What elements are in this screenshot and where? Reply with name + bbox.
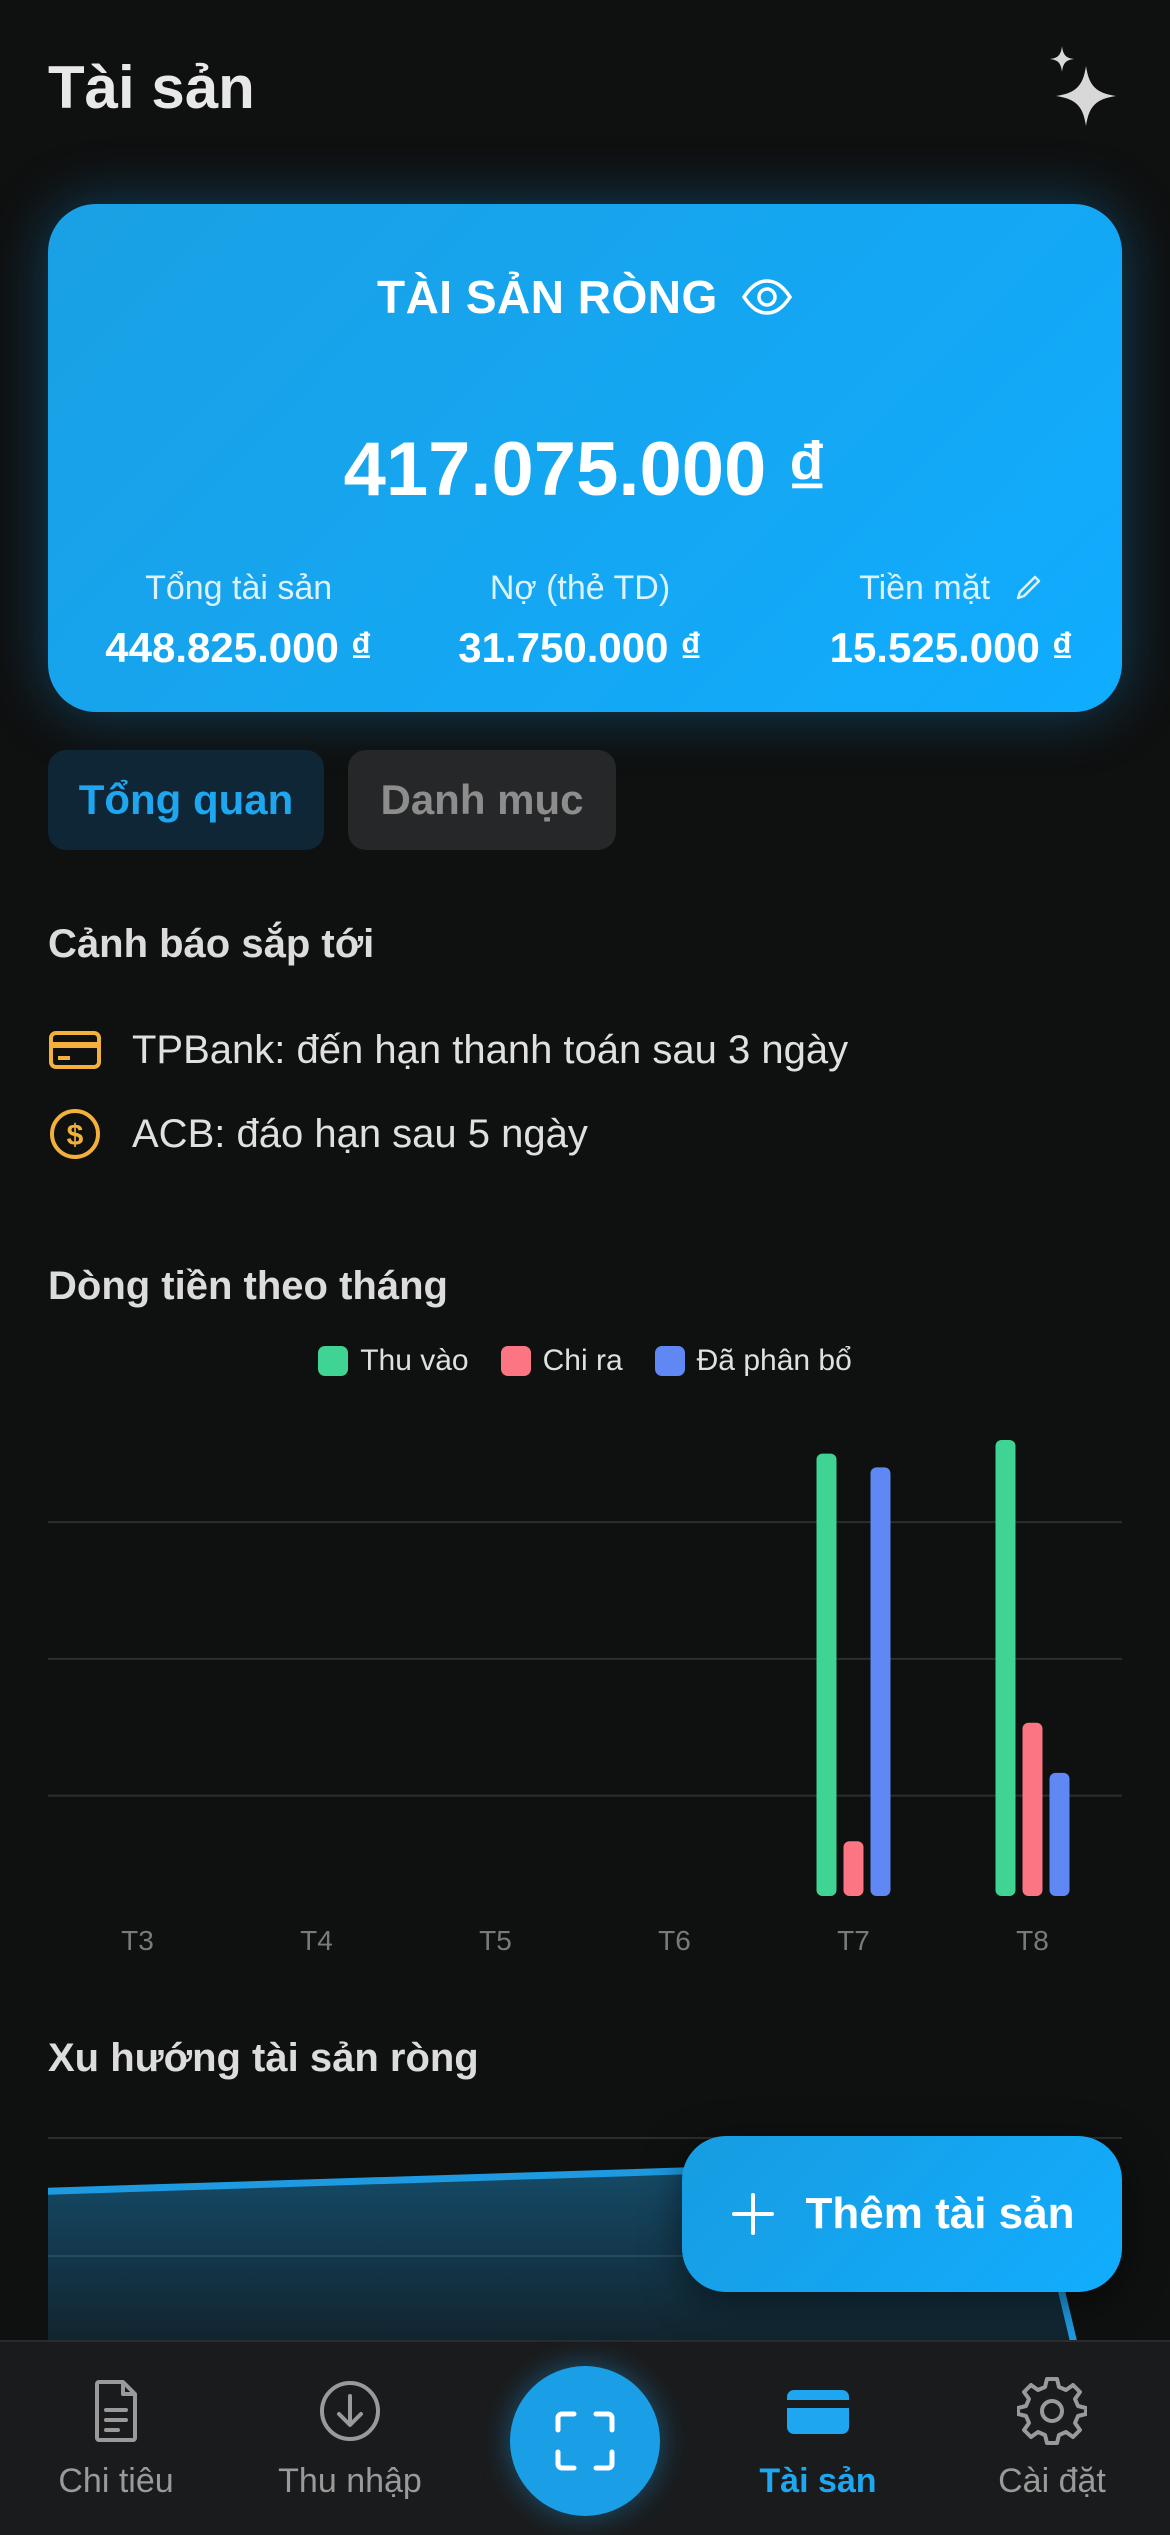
dollar-coin-icon: $: [50, 1109, 100, 1159]
pencil-icon[interactable]: [1014, 572, 1044, 602]
eye-icon[interactable]: [741, 277, 793, 317]
total-assets-label: Tổng tài sản: [145, 569, 333, 607]
cash-value: 15.525.000 ₫: [829, 624, 1074, 671]
tab-categories[interactable]: Danh mục: [348, 750, 616, 850]
debt-label: Nợ (thẻ TD): [489, 569, 671, 607]
assets-screen: Tài sản TÀI SẢN RÒNG 417.075.000 ₫ Tổng …: [0, 0, 1170, 2535]
cash-stat[interactable]: Tiền mặt 15.525.000 ₫: [751, 566, 1122, 672]
total-assets-stat: Tổng tài sản 448.825.000 ₫: [48, 566, 409, 672]
cashflow-title: Dòng tiền theo tháng: [48, 1264, 448, 1308]
sparkle-icon[interactable]: [1042, 44, 1122, 130]
legend-swatch: [500, 1346, 531, 1376]
bar[interactable]: [995, 1440, 1016, 1896]
legend-label: Đã phân bổ: [696, 1344, 852, 1377]
nav-item-expenses[interactable]: Chi tiêu: [16, 2376, 216, 2501]
legend-label: Chi ra: [542, 1344, 623, 1377]
document-icon: [95, 2380, 137, 2442]
nav-label: Chi tiêu: [58, 2462, 174, 2500]
alert-item[interactable]: TPBank: đến hạn thanh toán sau 3 ngày: [48, 1020, 848, 1080]
nav-label: Tài sản: [759, 2462, 877, 2500]
alert-text: TPBank: đến hạn thanh toán sau 3 ngày: [132, 1027, 849, 1072]
header: Tài sản: [48, 46, 1122, 128]
alert-item[interactable]: $ ACB: đáo hạn sau 5 ngày: [48, 1104, 588, 1164]
x-tick-label: T8: [1016, 1925, 1049, 1956]
x-tick-label: T3: [121, 1925, 154, 1956]
bar[interactable]: [870, 1467, 891, 1896]
x-tick-label: T6: [658, 1925, 691, 1956]
cash-label: Tiền mặt: [859, 569, 991, 607]
trend-title: Xu hướng tài sản ròng: [48, 2036, 479, 2080]
bar[interactable]: [843, 1841, 864, 1896]
scan-icon: [555, 2411, 615, 2471]
alerts-title: Cảnh báo sắp tới: [48, 922, 375, 966]
legend-item: Thu vào: [318, 1344, 469, 1378]
x-tick-label: T7: [837, 1925, 870, 1956]
net-worth-card: TÀI SẢN RÒNG 417.075.000 ₫ Tổng tài sản …: [48, 204, 1122, 712]
net-worth-value: 417.075.000 ₫: [343, 427, 827, 512]
legend-item: Đã phân bổ: [654, 1344, 852, 1378]
cashflow-bar-chart: T3 T4 T5 T6 T7 T8: [48, 1440, 1122, 1956]
page-title: Tài sản: [48, 54, 255, 121]
total-assets-value: 448.825.000 ₫: [105, 624, 373, 671]
view-tabs: Tổng quan Danh mục: [48, 750, 616, 850]
legend-label: Thu vào: [360, 1344, 469, 1377]
bar[interactable]: [1049, 1772, 1070, 1896]
debt-stat: Nợ (thẻ TD) 31.750.000 ₫: [409, 566, 750, 672]
add-asset-label: Thêm tài sản: [805, 2189, 1075, 2238]
wallet-card-icon: [787, 2390, 849, 2434]
bar[interactable]: [816, 1453, 837, 1896]
credit-card-icon: [49, 1031, 101, 1069]
summary-columns: Tổng tài sản 448.825.000 ₫ Nợ (thẻ TD) 3…: [48, 566, 1122, 672]
debt-value: 31.750.000 ₫: [458, 624, 702, 671]
legend-swatch: [318, 1346, 349, 1376]
download-circle-icon: [320, 2381, 380, 2441]
legend-item: Chi ra: [500, 1344, 623, 1378]
legend-swatch: [654, 1346, 685, 1376]
nav-item-assets[interactable]: Tài sản: [718, 2376, 918, 2501]
nav-label: Thu nhập: [278, 2462, 422, 2500]
nav-label: Cài đặt: [998, 2462, 1106, 2500]
net-worth-title: TÀI SẢN RÒNG: [376, 271, 718, 323]
scan-button[interactable]: [510, 2366, 660, 2516]
x-tick-label: T4: [300, 1925, 333, 1956]
nav-item-income[interactable]: Thu nhập: [250, 2376, 450, 2501]
svg-text:$: $: [67, 1119, 84, 1152]
bottom-nav: Chi tiêu Thu nhập Tài sản Cài đặt: [0, 2340, 1170, 2535]
net-worth-header: TÀI SẢN RÒNG: [48, 270, 1122, 324]
gear-icon: [1017, 2377, 1087, 2445]
chart-legend: Thu vào Chi ra Đã phân bổ: [0, 1344, 1170, 1378]
bar[interactable]: [1022, 1722, 1043, 1896]
nav-item-settings[interactable]: Cài đặt: [952, 2376, 1152, 2501]
add-asset-button[interactable]: Thêm tài sản: [682, 2136, 1122, 2292]
alert-text: ACB: đáo hạn sau 5 ngày: [132, 1111, 588, 1156]
x-tick-label: T5: [479, 1925, 512, 1956]
plus-icon: [731, 2193, 774, 2235]
tab-overview[interactable]: Tổng quan: [48, 750, 324, 850]
